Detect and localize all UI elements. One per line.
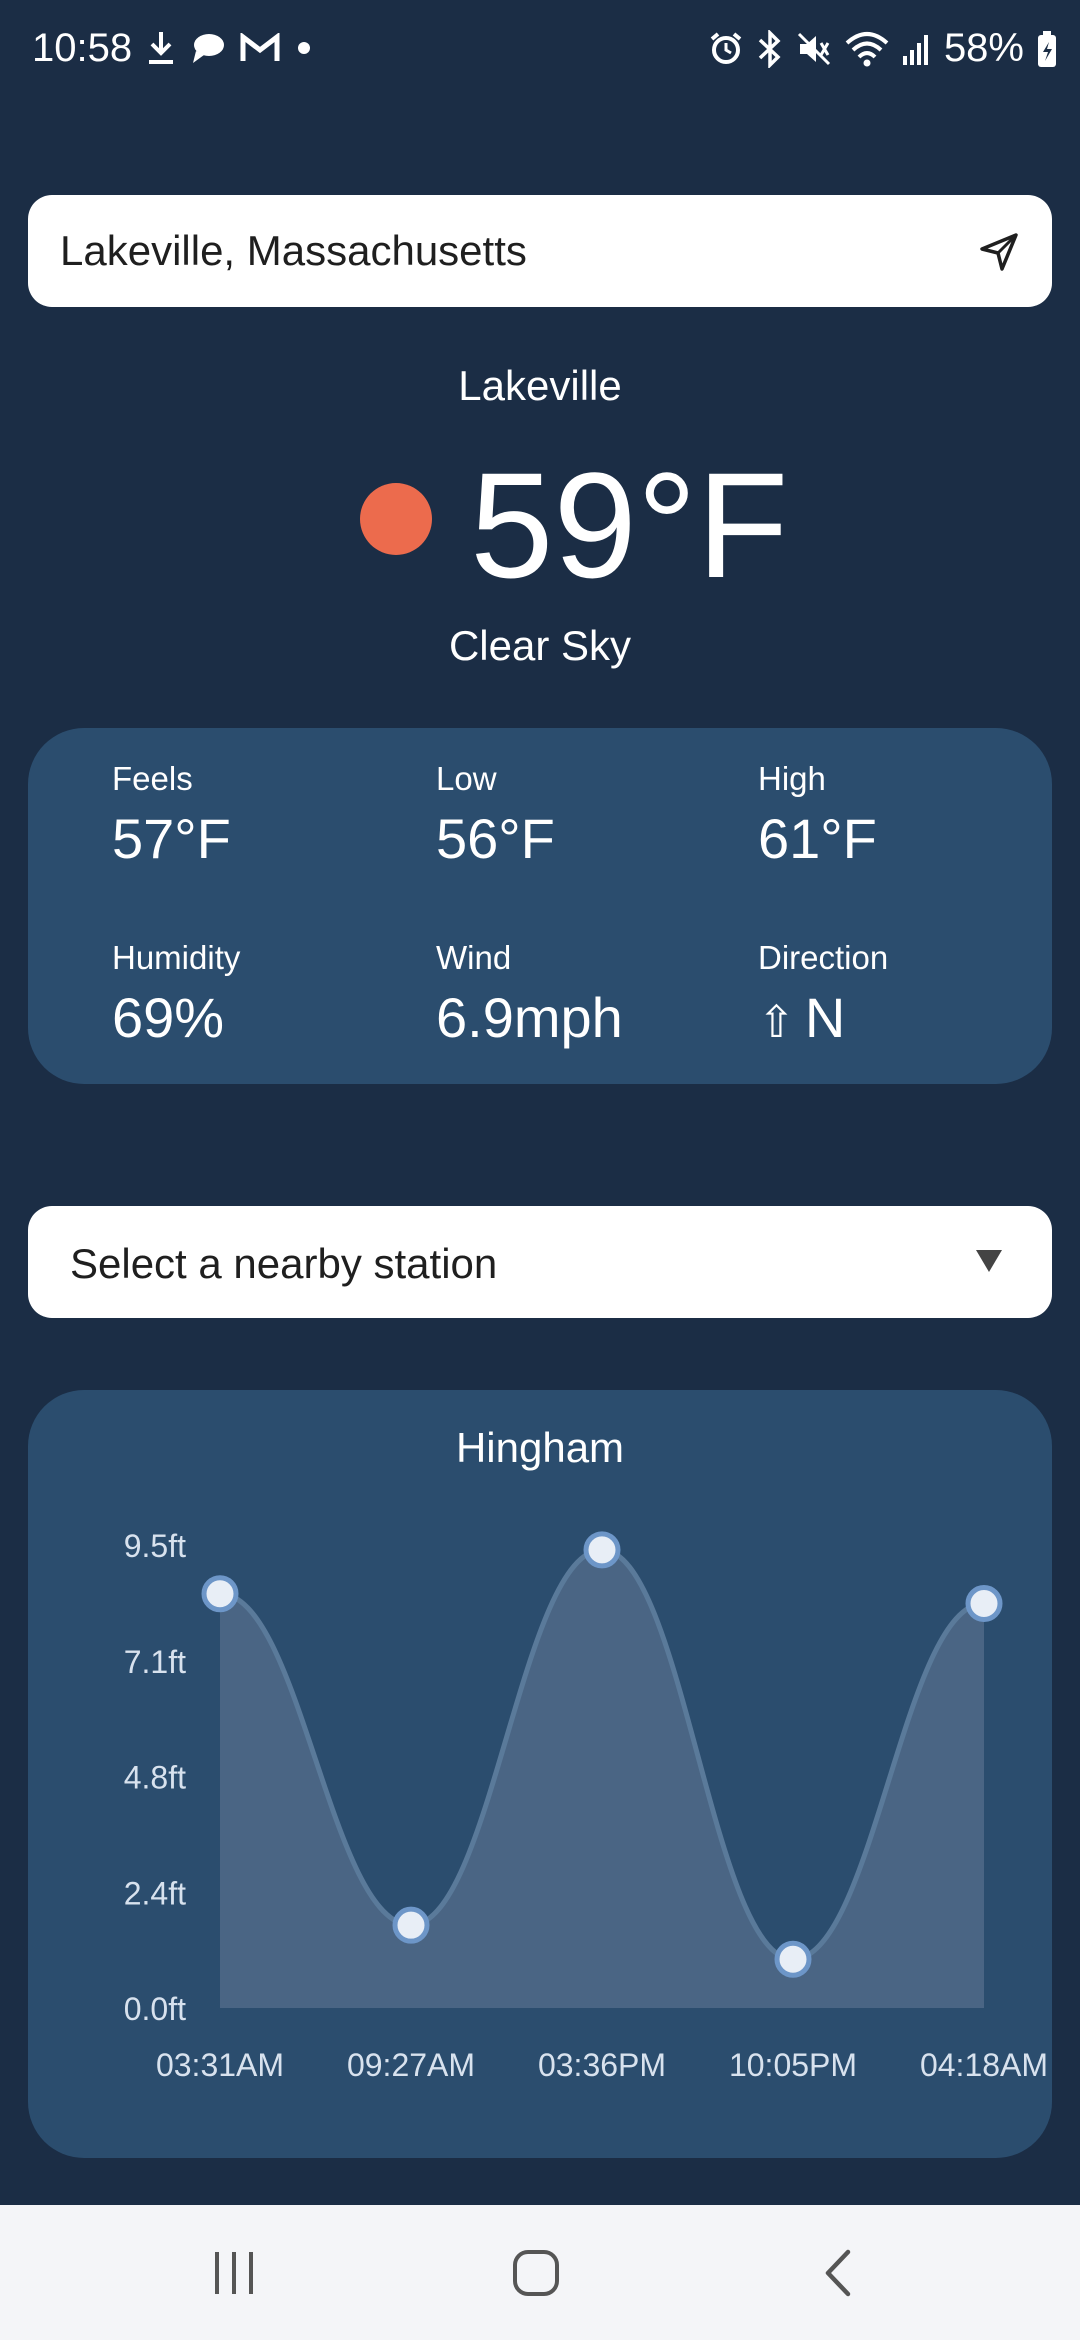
- y-tick-label: 2.4ft: [124, 1875, 186, 1911]
- notification-icons: [146, 30, 314, 66]
- download-icon: [149, 32, 173, 64]
- weather-condition: Clear Sky: [448, 622, 632, 669]
- tide-point[interactable]: [774, 1940, 812, 1978]
- back-button[interactable]: [798, 2243, 878, 2303]
- navigation-bar: [0, 2205, 1080, 2340]
- current-temperature-row: 59°F: [0, 445, 1080, 605]
- battery-icon: [1038, 30, 1056, 67]
- metric-feels: Feels 57°F: [112, 760, 231, 871]
- y-tick-label: 9.5ft: [124, 1528, 186, 1564]
- bluetooth-icon: [758, 29, 781, 68]
- y-tick-label: 0.0ft: [124, 1991, 186, 2027]
- y-tick-label: 7.1ft: [124, 1644, 186, 1680]
- metric-value: 57°F: [112, 807, 231, 870]
- metric-label: Humidity: [112, 939, 241, 976]
- x-tick-label: 03:31AM: [156, 2047, 284, 2083]
- wind-direction-arrow-icon: ⇧: [758, 998, 795, 1047]
- metric-label: Direction: [758, 939, 889, 976]
- metric-direction: Direction ⇧ N: [758, 939, 888, 1050]
- metric-label: Low: [436, 760, 497, 797]
- wifi-icon: [845, 31, 889, 66]
- status-bar: 10:58 58%: [0, 0, 1080, 100]
- tide-point[interactable]: [201, 1575, 239, 1613]
- tide-point[interactable]: [965, 1584, 1003, 1622]
- recents-button[interactable]: [194, 2243, 274, 2303]
- tide-point[interactable]: [392, 1906, 430, 1944]
- y-tick-label: 4.8ft: [124, 1760, 186, 1796]
- metric-value: 6.9mph: [436, 986, 623, 1049]
- city-name: Lakeville: [458, 362, 622, 409]
- mute-icon: [797, 32, 830, 65]
- current-temperature: 59°F: [470, 441, 789, 609]
- signal-icon: [902, 34, 928, 65]
- location-search-bar[interactable]: [28, 195, 1052, 307]
- home-icon: [513, 2250, 559, 2296]
- station-select[interactable]: Select a nearby station: [28, 1206, 1052, 1318]
- locate-button[interactable]: [976, 229, 1022, 275]
- metric-value: 69%: [112, 986, 225, 1049]
- sun-icon: [360, 483, 432, 555]
- metric-value: 56°F: [436, 807, 555, 870]
- battery-percent: 58%: [943, 26, 1024, 70]
- tide-area: [220, 1549, 984, 2008]
- recents-icon: [215, 2252, 253, 2294]
- x-tick-label: 10:05PM: [729, 2047, 857, 2083]
- back-icon: [825, 2249, 851, 2297]
- chat-icon: [193, 34, 224, 63]
- x-tick-label: 04:18AM: [920, 2047, 1048, 2083]
- wind-direction-value: N: [804, 986, 846, 1049]
- system-icons: 58%: [708, 26, 1058, 71]
- alarm-icon: [710, 31, 742, 64]
- tide-chart-card: Hingham 9.5ft 7.1ft 4.8ft 2.4ft 0.0ft 03:31AM…: [28, 1390, 1052, 2158]
- metric-high: High 61°F: [758, 760, 877, 871]
- metric-label: High: [758, 760, 826, 797]
- tide-point[interactable]: [583, 1531, 621, 1569]
- weather-details-card: Feels 57°F Low 56°F High 61°F Humidity 6…: [28, 728, 1052, 1084]
- dot-icon: [298, 42, 310, 54]
- metric-wind: Wind 6.9mph: [436, 939, 623, 1050]
- x-tick-label: 09:27AM: [347, 2047, 475, 2083]
- metric-humidity: Humidity 69%: [112, 939, 240, 1050]
- station-select-placeholder: Select a nearby station: [70, 1240, 498, 1287]
- status-time: 10:58: [32, 26, 133, 70]
- tide-chart: 9.5ft 7.1ft 4.8ft 2.4ft 0.0ft 03:31AM 09:27AM 0…: [124, 1528, 1048, 2083]
- metric-value: 61°F: [758, 807, 877, 870]
- metric-label: Feels: [112, 760, 193, 797]
- location-search-input[interactable]: [60, 195, 960, 307]
- dropdown-arrow-icon: [976, 1250, 1002, 1272]
- location-arrow-icon: [980, 233, 1018, 271]
- metric-value: ⇧ N: [758, 985, 888, 1050]
- home-button[interactable]: [496, 2243, 576, 2303]
- metric-label: Wind: [436, 939, 512, 976]
- gmail-icon: [240, 33, 280, 61]
- metric-low: Low 56°F: [436, 760, 555, 871]
- x-tick-label: 03:36PM: [538, 2047, 666, 2083]
